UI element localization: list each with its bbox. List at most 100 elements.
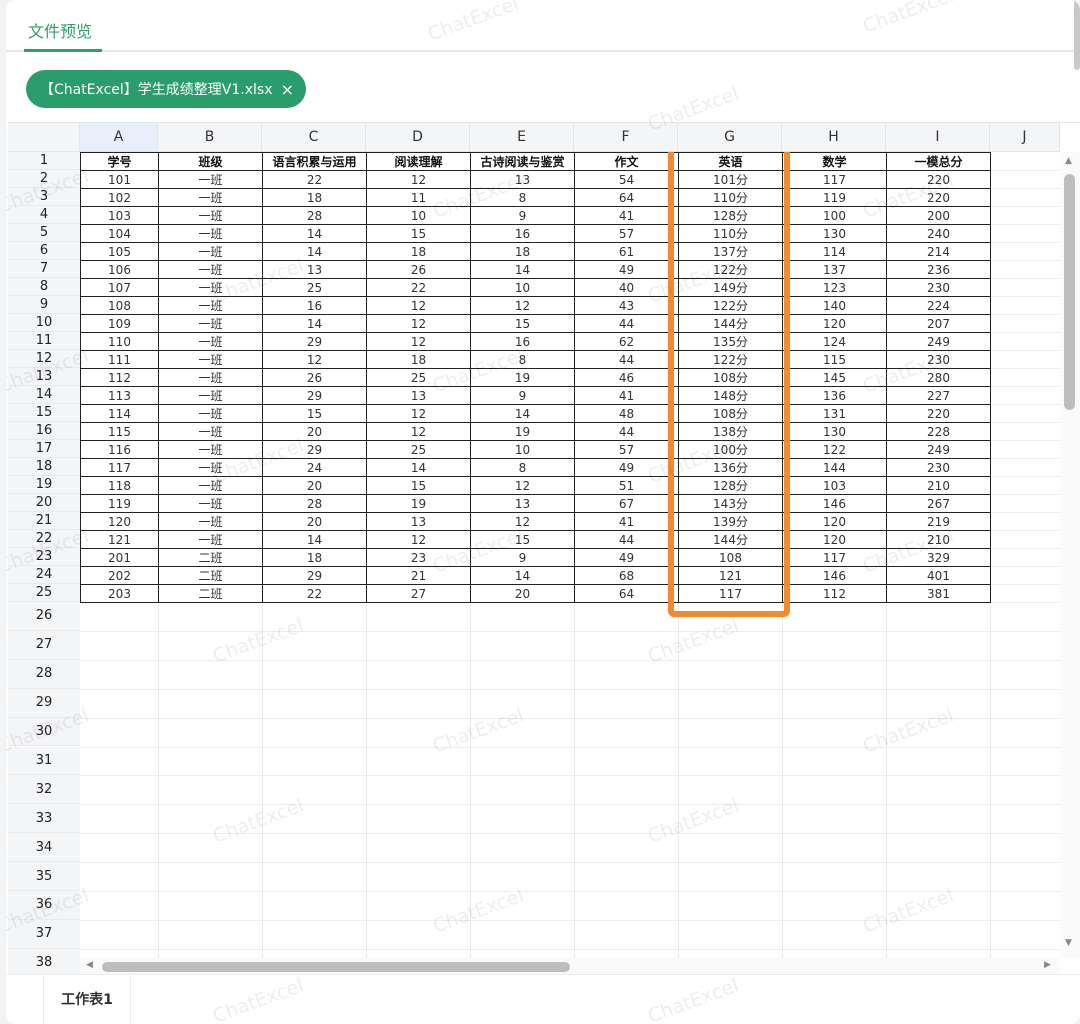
cell[interactable]: 117 bbox=[782, 548, 887, 567]
cell[interactable]: 24 bbox=[262, 458, 367, 477]
cell[interactable]: 230 bbox=[886, 350, 991, 369]
cell[interactable]: 120 bbox=[782, 314, 887, 333]
cell[interactable]: 12 bbox=[366, 404, 471, 423]
cell[interactable]: 22 bbox=[262, 170, 367, 189]
cell[interactable]: 一班 bbox=[158, 530, 263, 549]
row-header-12[interactable]: 12 bbox=[8, 350, 80, 368]
cell[interactable]: 249 bbox=[886, 440, 991, 459]
cell[interactable]: 140 bbox=[782, 296, 887, 315]
row-header-5[interactable]: 5 bbox=[8, 224, 80, 242]
row-header-17[interactable]: 17 bbox=[8, 440, 80, 458]
cell[interactable]: 18 bbox=[470, 242, 575, 261]
row-header-25[interactable]: 25 bbox=[8, 584, 80, 602]
cell[interactable]: 16 bbox=[470, 332, 575, 351]
header-cell[interactable]: 作文 bbox=[574, 152, 679, 171]
cell[interactable]: 220 bbox=[886, 188, 991, 207]
cell[interactable]: 111 bbox=[80, 350, 159, 369]
cell[interactable]: 一班 bbox=[158, 296, 263, 315]
cell[interactable]: 41 bbox=[574, 512, 679, 531]
cell[interactable]: 14 bbox=[366, 458, 471, 477]
cell[interactable]: 236 bbox=[886, 260, 991, 279]
scroll-up-icon[interactable]: ▲ bbox=[1065, 156, 1072, 166]
cell[interactable]: 120 bbox=[782, 512, 887, 531]
row-header-31[interactable]: 31 bbox=[8, 746, 80, 776]
cell[interactable]: 9 bbox=[470, 548, 575, 567]
tab-file-preview[interactable]: 文件预览 bbox=[28, 18, 92, 42]
cell[interactable]: 一班 bbox=[158, 260, 263, 279]
close-icon[interactable]: × bbox=[281, 80, 294, 99]
cell[interactable]: 57 bbox=[574, 440, 679, 459]
cell[interactable]: 11 bbox=[366, 188, 471, 207]
cell[interactable]: 41 bbox=[574, 206, 679, 225]
cell[interactable]: 18 bbox=[262, 188, 367, 207]
cell[interactable]: 130 bbox=[782, 422, 887, 441]
cell[interactable]: 227 bbox=[886, 386, 991, 405]
row-header-7[interactable]: 7 bbox=[8, 260, 80, 278]
cell[interactable]: 8 bbox=[470, 350, 575, 369]
cell[interactable]: 一班 bbox=[158, 404, 263, 423]
cell[interactable]: 25 bbox=[366, 368, 471, 387]
cell[interactable]: 220 bbox=[886, 170, 991, 189]
row-header-6[interactable]: 6 bbox=[8, 242, 80, 260]
cell[interactable]: 230 bbox=[886, 458, 991, 477]
column-header-a[interactable]: A bbox=[80, 123, 158, 152]
page-scrollbar[interactable] bbox=[1074, 0, 1080, 70]
cell[interactable]: 104 bbox=[80, 224, 159, 243]
row-header-35[interactable]: 35 bbox=[8, 862, 80, 891]
row-header-9[interactable]: 9 bbox=[8, 296, 80, 314]
cell[interactable]: 49 bbox=[574, 548, 679, 567]
cell[interactable]: 114 bbox=[782, 242, 887, 261]
header-cell[interactable]: 一模总分 bbox=[886, 152, 991, 171]
cell[interactable]: 12 bbox=[366, 530, 471, 549]
cell[interactable]: 12 bbox=[366, 422, 471, 441]
cell[interactable]: 109 bbox=[80, 314, 159, 333]
cell[interactable]: 401 bbox=[886, 566, 991, 585]
cell[interactable]: 40 bbox=[574, 278, 679, 297]
cell[interactable]: 26 bbox=[262, 368, 367, 387]
cell[interactable]: 131 bbox=[782, 404, 887, 423]
row-header-32[interactable]: 32 bbox=[8, 775, 80, 805]
cell[interactable]: 108 bbox=[80, 296, 159, 315]
cell[interactable]: 12 bbox=[262, 350, 367, 369]
cell[interactable]: 228 bbox=[886, 422, 991, 441]
cell[interactable]: 117 bbox=[80, 458, 159, 477]
cell[interactable]: 29 bbox=[262, 332, 367, 351]
cell[interactable]: 18 bbox=[262, 548, 367, 567]
cell[interactable]: 105 bbox=[80, 242, 159, 261]
cell[interactable]: 219 bbox=[886, 512, 991, 531]
cell[interactable]: 214 bbox=[886, 242, 991, 261]
cell[interactable]: 67 bbox=[574, 494, 679, 513]
cell[interactable]: 119 bbox=[80, 494, 159, 513]
cell[interactable]: 120 bbox=[782, 530, 887, 549]
cell[interactable]: 122 bbox=[782, 440, 887, 459]
cell[interactable]: 146 bbox=[782, 494, 887, 513]
cell[interactable]: 137 bbox=[782, 260, 887, 279]
cell[interactable]: 一班 bbox=[158, 476, 263, 495]
cell[interactable]: 二班 bbox=[158, 584, 263, 603]
row-header-3[interactable]: 3 bbox=[8, 188, 80, 206]
cell[interactable]: 112 bbox=[80, 368, 159, 387]
cell[interactable]: 29 bbox=[262, 566, 367, 585]
cell[interactable]: 19 bbox=[470, 368, 575, 387]
header-cell[interactable]: 学号 bbox=[80, 152, 159, 171]
cell[interactable]: 224 bbox=[886, 296, 991, 315]
cell[interactable]: 8 bbox=[470, 458, 575, 477]
cell[interactable]: 21 bbox=[366, 566, 471, 585]
cell[interactable]: 100 bbox=[782, 206, 887, 225]
cell[interactable]: 15 bbox=[262, 404, 367, 423]
row-header-36[interactable]: 36 bbox=[8, 891, 80, 920]
row-header-15[interactable]: 15 bbox=[8, 404, 80, 422]
cell[interactable]: 27 bbox=[366, 584, 471, 603]
row-header-24[interactable]: 24 bbox=[8, 566, 80, 584]
cell[interactable]: 20 bbox=[262, 422, 367, 441]
cell[interactable]: 202 bbox=[80, 566, 159, 585]
cell[interactable]: 123 bbox=[782, 278, 887, 297]
cell[interactable]: 一班 bbox=[158, 512, 263, 531]
row-header-37[interactable]: 37 bbox=[8, 919, 80, 949]
cell[interactable]: 18 bbox=[366, 350, 471, 369]
cell[interactable]: 68 bbox=[574, 566, 679, 585]
cell[interactable]: 249 bbox=[886, 332, 991, 351]
cell[interactable]: 207 bbox=[886, 314, 991, 333]
cell[interactable]: 44 bbox=[574, 422, 679, 441]
column-header-d[interactable]: D bbox=[366, 123, 470, 152]
